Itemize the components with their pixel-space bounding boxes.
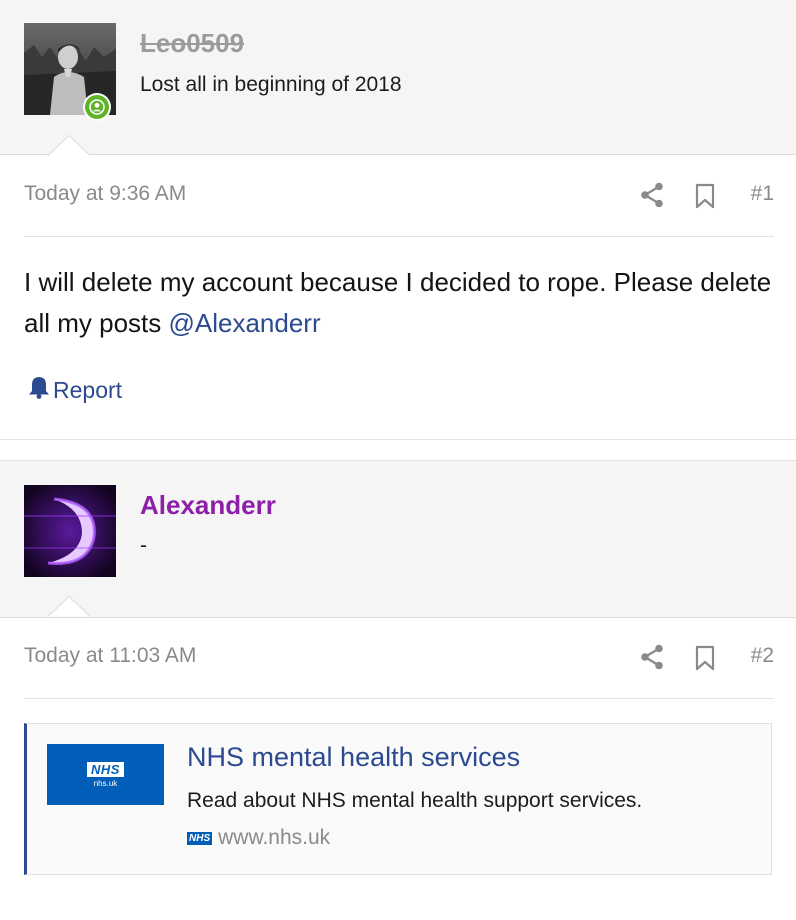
nhs-logo-text: NHS xyxy=(87,761,124,777)
post-1-meta: Today at 9:36 AM #1 xyxy=(24,182,774,212)
post-1-user-title: Lost all in beginning of 2018 xyxy=(140,73,402,96)
nhs-logo-subtext: nhs.uk xyxy=(93,778,118,788)
share-icon[interactable] xyxy=(640,182,664,208)
post-1-date[interactable]: Today at 9:36 AM xyxy=(24,182,186,206)
post-1-separator xyxy=(0,439,796,440)
bell-icon xyxy=(28,375,50,405)
link-card-description: Read about NHS mental health support ser… xyxy=(187,789,643,812)
report-label: Report xyxy=(53,376,123,403)
post-1-body: I will delete my account because I decid… xyxy=(24,262,784,344)
report-button[interactable]: Report xyxy=(28,375,122,405)
post-1-body-text: I will delete my account because I decid… xyxy=(24,267,772,338)
post-2-divider xyxy=(24,698,774,699)
post-2-message-arrow xyxy=(48,596,90,617)
mention-link[interactable]: @Alexanderr xyxy=(169,308,321,338)
link-card-title[interactable]: NHS mental health services xyxy=(187,742,520,773)
post-2-user-block: Alexanderr - xyxy=(0,460,796,618)
post-2-user-title: - xyxy=(140,534,147,557)
nhs-favicon-icon: NHS xyxy=(187,831,213,845)
link-card-domain: NHS www.nhs.uk xyxy=(187,826,330,850)
share-icon[interactable] xyxy=(640,644,664,670)
post-2-number[interactable]: #2 xyxy=(751,644,774,668)
post-1-username[interactable]: Leo0509 xyxy=(140,28,244,59)
post-1-message-arrow xyxy=(48,135,90,156)
link-preview-card[interactable]: NHS nhs.uk NHS mental health services Re… xyxy=(24,723,772,875)
link-card-domain-text: www.nhs.uk xyxy=(218,826,331,849)
bookmark-icon[interactable] xyxy=(694,645,716,671)
post-1-user-block: Leo0509 Lost all in beginning of 2018 xyxy=(0,0,796,155)
post-1-divider xyxy=(24,236,774,237)
nhs-logo: NHS nhs.uk xyxy=(47,744,164,805)
post-2-username[interactable]: Alexanderr xyxy=(140,490,276,521)
post-1-number[interactable]: #1 xyxy=(751,182,774,206)
online-status-icon xyxy=(83,93,111,121)
bookmark-icon[interactable] xyxy=(694,183,716,209)
post-2-meta: Today at 11:03 AM #2 xyxy=(24,644,774,674)
avatar-alexanderr[interactable] xyxy=(24,485,116,577)
post-2-date[interactable]: Today at 11:03 AM xyxy=(24,644,196,668)
